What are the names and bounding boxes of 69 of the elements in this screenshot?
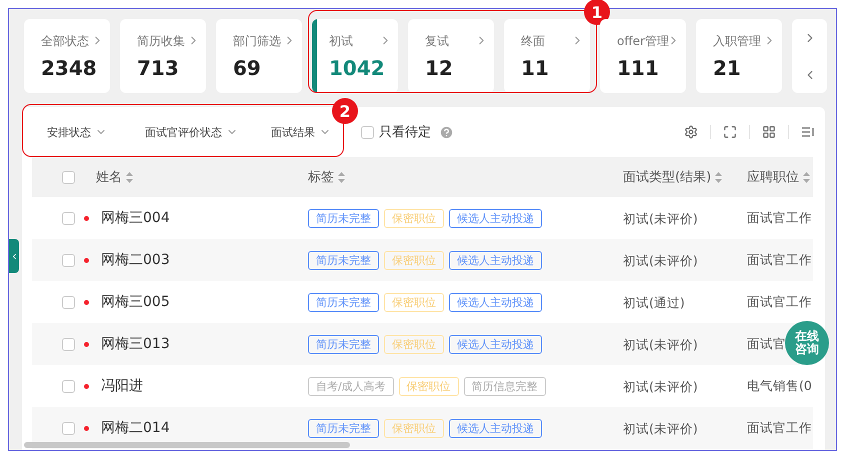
table-cell: 面试官工作: [747, 420, 812, 436]
card-count: 69: [233, 56, 262, 80]
card-label: 终面: [521, 33, 545, 50]
tag: 候选人主动投递: [449, 418, 542, 438]
card-label: offer管理: [617, 33, 669, 50]
tag: 简历未完整: [308, 208, 379, 228]
table-cell: 面试官工作: [747, 294, 812, 310]
tag: 简历未完整: [308, 250, 379, 270]
card-label: 复试: [425, 33, 449, 50]
stat-card[interactable]: 简历收集 713: [120, 19, 206, 93]
candidate-name[interactable]: 网梅三004: [101, 209, 170, 227]
card-label: 部门筛选: [233, 33, 281, 50]
table-cell: 面试官工作: [747, 210, 812, 226]
table-cell: 初试(未评价): [623, 211, 698, 226]
table-cell: 初试(未评价): [623, 421, 698, 436]
tag: 保密职位: [384, 292, 444, 312]
tag: 简历未完整: [308, 292, 379, 312]
table-cell: 初试(未评价): [623, 253, 698, 268]
table-cell: 初试(未评价): [623, 337, 698, 352]
tag: 保密职位: [384, 250, 444, 270]
tag: 候选人主动投递: [449, 208, 542, 228]
tag: 保密职位: [384, 208, 444, 228]
card-label: 简历收集: [137, 33, 185, 50]
column-header[interactable]: 应聘职位: [747, 168, 810, 186]
stat-card[interactable]: 初试 1042: [312, 19, 398, 93]
card-count: 713: [137, 56, 180, 80]
tag: 简历信息完整: [464, 376, 546, 396]
card-count: 1042: [329, 56, 386, 80]
tag: 简历未完整: [308, 334, 379, 354]
candidate-name[interactable]: 网梅二014: [101, 419, 170, 437]
stat-card[interactable]: 复试 12: [408, 19, 494, 93]
tag: 候选人主动投递: [449, 334, 542, 354]
table-cell: 初试(未评价): [623, 379, 698, 394]
candidate-name[interactable]: 冯阳进: [101, 377, 143, 395]
pending-only-checkbox[interactable]: 只看待定: [361, 123, 431, 141]
column-header[interactable]: 面试类型(结果): [623, 168, 747, 186]
stat-card[interactable]: 全部状态 2348: [24, 19, 110, 93]
tag: 候选人主动投递: [449, 292, 542, 312]
tag: 自考/成人高考: [308, 376, 394, 396]
card-label: 入职管理: [713, 33, 761, 50]
tag: 保密职位: [384, 418, 444, 438]
tag: 候选人主动投递: [449, 250, 542, 270]
filter-dropdown[interactable]: 安排状态: [47, 124, 107, 140]
tag: 简历未完整: [308, 418, 379, 438]
card-count: 12: [425, 56, 454, 80]
column-header[interactable]: 标签: [308, 168, 345, 186]
card-label: 全部状态: [41, 33, 89, 50]
candidate-name[interactable]: 网梅三013: [101, 335, 170, 353]
card-count: 21: [713, 56, 742, 80]
table-cell: 面试官工作: [747, 252, 812, 268]
tag: 保密职位: [384, 334, 444, 354]
filter-dropdown[interactable]: 面试结果: [271, 124, 331, 140]
candidate-name[interactable]: 网梅二003: [101, 251, 170, 269]
stat-card[interactable]: 入职管理 21: [696, 19, 782, 93]
card-count: 2348: [41, 56, 98, 80]
stat-card[interactable]: 终面 11: [504, 19, 590, 93]
table-cell: 面试官: [747, 336, 786, 352]
stat-card[interactable]: offer管理 111: [600, 19, 686, 93]
filter-dropdown[interactable]: 面试官评价状态: [145, 124, 238, 140]
column-header[interactable]: 姓名: [96, 168, 133, 186]
annotation-badge: 2: [332, 98, 358, 124]
card-count: 11: [521, 56, 550, 80]
candidate-name[interactable]: 网梅三005: [101, 293, 170, 311]
stat-card[interactable]: 部门筛选 69: [216, 19, 302, 93]
card-label: 初试: [329, 33, 353, 50]
table-cell: 电气销售(0: [747, 378, 812, 394]
card-count: 111: [617, 56, 660, 80]
tag: 保密职位: [398, 376, 459, 396]
table-cell: 初试(通过): [623, 295, 685, 310]
